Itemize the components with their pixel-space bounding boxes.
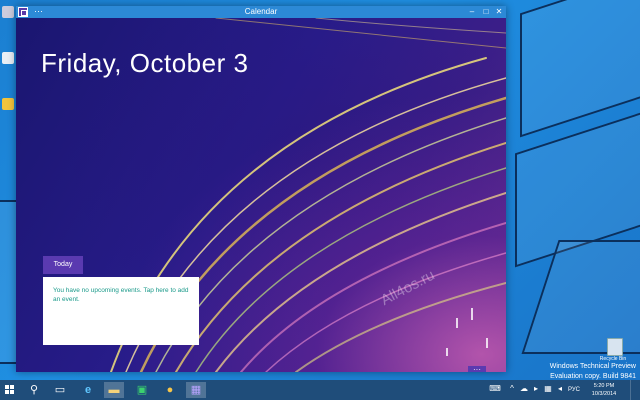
search-icon: ⚲ (29, 384, 39, 396)
desktop-shortcut-icon[interactable] (2, 6, 14, 18)
maximize-button[interactable]: □ (480, 6, 492, 18)
games-icon: ● (166, 384, 174, 396)
close-button[interactable]: ✕ (493, 6, 505, 18)
store-icon: ▣ (136, 384, 148, 396)
onedrive-icon[interactable]: ☁ (520, 385, 528, 393)
date-heading: Friday, October 3 (41, 48, 249, 78)
upcoming-events-panel[interactable]: You have no upcoming events. Tap here to… (43, 277, 199, 345)
action-center-icon[interactable]: ▸ (532, 385, 540, 393)
keyboard-icon[interactable]: ⌨ (488, 385, 502, 393)
recycle-bin-icon[interactable] (604, 334, 624, 356)
today-button[interactable]: Today (43, 256, 83, 274)
calendar-window: ··· Calendar – □ ✕ Friday, October 3 Tod… (16, 6, 506, 372)
calendar-taskbar-button[interactable]: ▦ (186, 382, 206, 398)
taskbar: ⚲ ▭ e ▬ ▣ ● ▦ ⌨ ^ ☁ ▸ ▦ ◂ РУС 5:20 PM 10… (0, 380, 640, 400)
start-icon (5, 385, 15, 395)
clock[interactable]: 5:20 PM 10/3/2014 (586, 382, 622, 398)
file-explorer-icon: ▬ (108, 384, 120, 396)
clock-date: 10/3/2014 (591, 391, 617, 397)
input-language-indicator[interactable]: РУС (568, 383, 580, 397)
evaluation-line-1: Windows Technical Preview (549, 363, 636, 370)
desktop-shortcut-icon[interactable] (2, 98, 14, 110)
window-titlebar[interactable]: ··· Calendar – □ ✕ (16, 6, 506, 18)
start-button[interactable] (0, 382, 20, 398)
no-events-message[interactable]: You have no upcoming events. Tap here to… (53, 286, 189, 304)
chevron-up-icon[interactable]: ^ (508, 385, 516, 393)
show-desktop-button[interactable] (630, 380, 640, 400)
task-view-icon: ▭ (54, 384, 66, 396)
internet-explorer-icon: e (84, 384, 92, 396)
window-title: Calendar (244, 7, 278, 16)
games-button[interactable]: ● (160, 382, 180, 398)
internet-explorer-button[interactable]: e (78, 382, 98, 398)
file-explorer-button[interactable]: ▬ (104, 382, 124, 398)
network-icon[interactable]: ▦ (544, 385, 552, 393)
search-button[interactable]: ⚲ (24, 382, 44, 398)
evaluation-watermark: Windows Technical Preview Evaluation cop… (550, 362, 636, 382)
desktop-shortcut-icon[interactable] (2, 52, 14, 64)
task-view-button[interactable]: ▭ (50, 382, 70, 398)
wallpaper-pane (520, 0, 640, 138)
calendar-content[interactable]: Friday, October 3 Today You have no upco… (16, 18, 506, 372)
volume-icon[interactable]: ◂ (556, 385, 564, 393)
more-options-button[interactable]: ··· (468, 366, 486, 372)
clock-time: 5:20 PM (593, 383, 615, 389)
minimize-button[interactable]: – (466, 6, 478, 18)
store-button[interactable]: ▣ (132, 382, 152, 398)
calendar-app-icon: ▦ (190, 384, 202, 396)
